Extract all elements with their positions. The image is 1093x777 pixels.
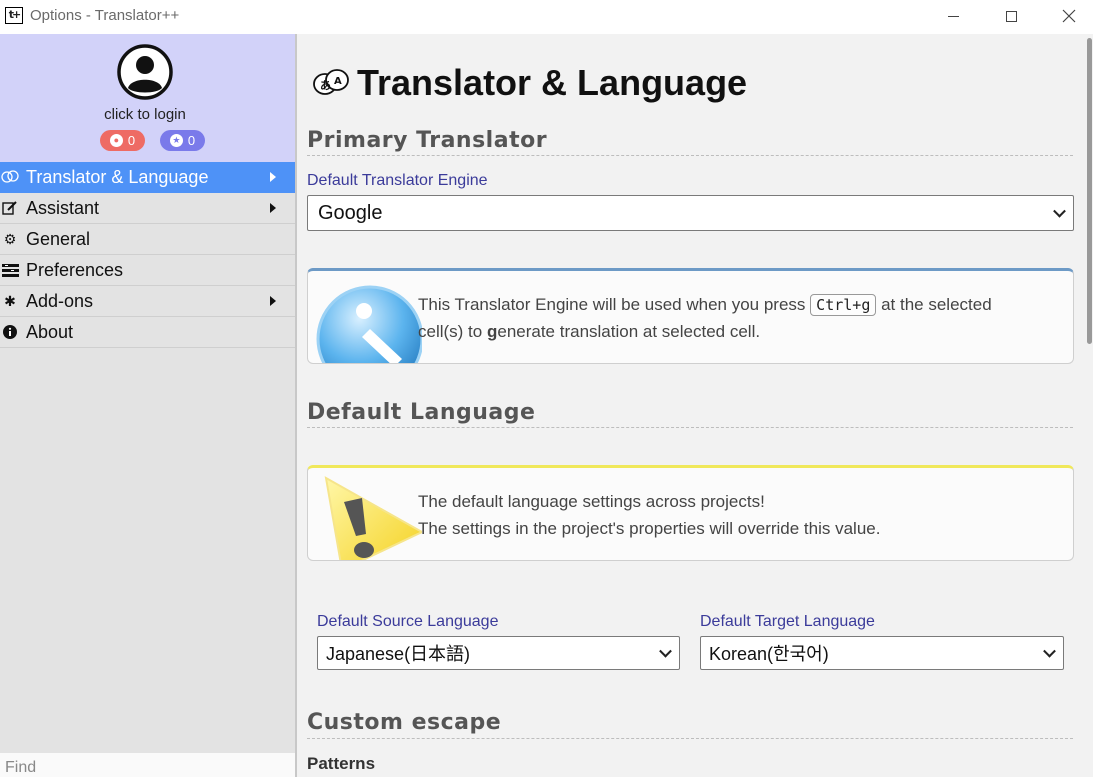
close-icon: [1062, 9, 1076, 23]
primary-translator-heading: Primary Translator: [307, 128, 548, 153]
chevron-right-icon: [270, 203, 276, 213]
engine-info-text-4: enerate translation at selected cell.: [497, 322, 761, 341]
target-language-label: Default Target Language: [700, 613, 875, 630]
close-button[interactable]: [1046, 0, 1092, 32]
translate-icon: [1, 170, 19, 184]
red-badge-count: 0: [127, 133, 136, 148]
sidebar-nav: Translator & Language Assistant ⚙ Genera…: [0, 162, 295, 348]
sidebar: click to login ● 0 ★ 0 Translator & Lang…: [0, 34, 297, 777]
shortcut-key: Ctrl+g: [810, 294, 877, 316]
sidebar-item-preferences[interactable]: Preferences: [0, 255, 295, 286]
target-language-select[interactable]: Korean(한국어): [700, 636, 1064, 670]
engine-select-value: Google: [318, 201, 383, 224]
sidebar-item-label: Assistant: [26, 197, 100, 218]
info-icon: [316, 285, 422, 363]
engine-info-text-3: cell(s) to: [418, 322, 487, 341]
translate-icon: あ A: [313, 69, 349, 95]
engine-info-box: This Translator Engine will be used when…: [307, 268, 1074, 364]
warning-icon: [324, 476, 422, 560]
window-title: Options - Translator++: [30, 7, 180, 24]
info-icon: [1, 325, 19, 339]
target-language-value: Korean(한국어): [709, 644, 829, 664]
chevron-down-icon: [659, 644, 672, 658]
engine-info-text-1: This Translator Engine will be used when…: [418, 295, 806, 314]
sidebar-item-label: General: [26, 228, 91, 249]
sidebar-item-assistant[interactable]: Assistant: [0, 193, 295, 224]
sidebar-item-general[interactable]: ⚙ General: [0, 224, 295, 255]
patterns-label: Patterns: [307, 754, 376, 773]
puzzle-icon: ✱: [4, 292, 16, 309]
minimize-button[interactable]: [930, 0, 976, 32]
custom-escape-heading: Custom escape: [307, 710, 502, 735]
sidebar-item-label: Translator & Language: [26, 166, 209, 187]
language-warning-line-1: The default language settings across pro…: [418, 492, 765, 511]
maximize-button[interactable]: [988, 0, 1034, 32]
avatar-icon[interactable]: [117, 44, 173, 100]
sidebar-item-translator-language[interactable]: Translator & Language: [0, 162, 295, 193]
sidebar-item-about[interactable]: About: [0, 317, 295, 348]
minimize-icon: [947, 15, 959, 17]
title-bar: t+ Options - Translator++: [0, 0, 1093, 32]
chevron-down-icon: [1043, 644, 1056, 658]
main-content: あ A Translator & Language Primary Transl…: [297, 34, 1093, 777]
sidebar-item-label: About: [26, 321, 74, 342]
maximize-icon: [1005, 10, 1017, 22]
language-warning-box: The default language settings across pro…: [307, 465, 1074, 561]
chevron-right-icon: [270, 296, 276, 306]
login-link[interactable]: click to login: [0, 106, 290, 123]
source-language-label: Default Source Language: [317, 613, 499, 630]
dot-icon: ●: [109, 134, 123, 147]
default-language-heading: Default Language: [307, 400, 536, 425]
engine-select[interactable]: Google: [307, 195, 1074, 231]
page-title-text: Translator & Language: [357, 62, 748, 103]
svg-text:あ: あ: [320, 79, 331, 92]
sidebar-item-label: Add-ons: [26, 290, 94, 311]
section-divider: [307, 738, 1073, 739]
svg-text:A: A: [334, 76, 342, 87]
source-language-value: Japanese(日本語): [326, 644, 471, 664]
sidebar-item-label: Preferences: [26, 259, 124, 280]
engine-label: Default Translator Engine: [307, 172, 488, 189]
red-badge[interactable]: ● 0: [100, 130, 145, 151]
engine-info-text-2: at the selected: [881, 295, 992, 314]
engine-info-bold: g: [486, 322, 498, 341]
app-icon: t+: [5, 7, 23, 24]
chevron-down-icon: [1053, 204, 1066, 218]
source-language-select[interactable]: Japanese(日本語): [317, 636, 680, 670]
gear-icon: ⚙: [3, 230, 17, 247]
scrollbar-thumb[interactable]: [1087, 38, 1092, 344]
chevron-right-icon: [270, 172, 276, 182]
star-icon: ★: [169, 134, 183, 147]
list-icon: [1, 263, 19, 277]
sidebar-item-add-ons[interactable]: ✱ Add-ons: [0, 286, 295, 317]
section-divider: [307, 427, 1073, 428]
blue-badge-count: 0: [187, 133, 196, 148]
page-title: あ A Translator & Language: [311, 62, 747, 104]
profile-panel: click to login ● 0 ★ 0: [0, 34, 295, 162]
engine-info-text: This Translator Engine will be used when…: [418, 291, 992, 345]
section-divider: [307, 155, 1073, 156]
blue-badge[interactable]: ★ 0: [160, 130, 205, 151]
language-warning-line-2: The settings in the project's properties…: [418, 519, 881, 538]
find-input[interactable]: [0, 753, 295, 777]
language-warning-text: The default language settings across pro…: [418, 488, 880, 542]
edit-icon: [1, 201, 19, 215]
